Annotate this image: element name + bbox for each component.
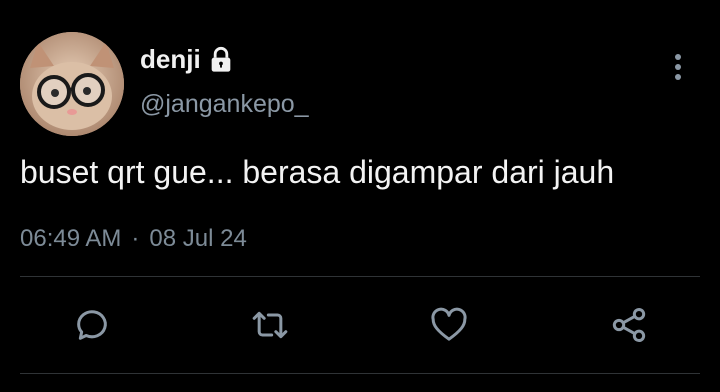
divider [20,276,700,277]
tweet-actions [0,300,720,350]
lock-icon [211,46,231,72]
more-options-button[interactable] [664,52,692,82]
more-dot [675,64,681,70]
retweet-arrows-icon [252,311,288,339]
heart-icon [431,307,467,341]
tweet-text: buset qrt gue... berasa digampar dari ja… [20,154,615,190]
meta-separator: · [131,225,140,252]
retweet-button[interactable] [245,300,295,350]
share-button[interactable] [604,300,654,350]
divider [20,373,700,374]
like-button[interactable] [424,300,474,350]
share-nodes-icon [612,308,646,342]
user-handle[interactable]: @jangankepo_ [140,90,309,119]
tweet-metadata: 06:49 AM · 08 Jul 24 [20,225,247,253]
more-dot [675,74,681,80]
tweet-date[interactable]: 08 Jul 24 [149,225,246,253]
reply-button[interactable] [67,300,117,350]
speech-bubble-icon [77,310,107,340]
display-name[interactable]: denji [140,44,201,75]
more-dots-icon [675,54,681,60]
avatar[interactable] [20,32,124,136]
tweet-time[interactable]: 06:49 AM [20,225,121,253]
